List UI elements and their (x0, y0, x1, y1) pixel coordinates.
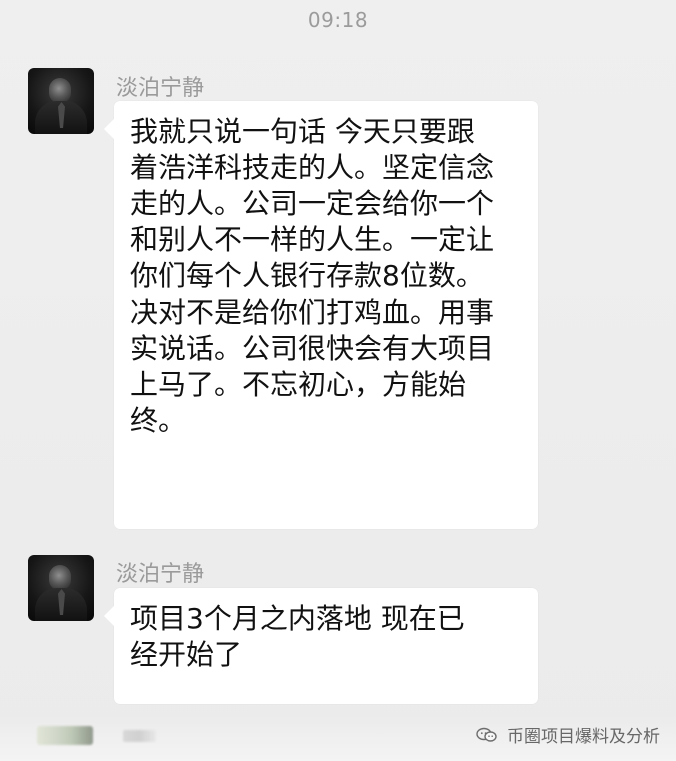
blurred-preview-a (37, 726, 93, 745)
message-bubble-1[interactable]: 我就只说一句话 今天只要跟 着浩洋科技走的人。坚定信念 走的人。公司一定会给你一… (104, 101, 538, 529)
sender-avatar-1[interactable] (28, 68, 94, 134)
avatar-head (49, 78, 71, 103)
message-text-1: 我就只说一句话 今天只要跟 着浩洋科技走的人。坚定信念 走的人。公司一定会给你一… (130, 115, 495, 437)
message-text-2: 项目3个月之内落地 现在已 经开始了 (130, 602, 465, 672)
watermark: 币圈项目爆料及分析 (475, 722, 660, 747)
chat-timestamp: 09:18 (307, 8, 369, 32)
wechat-bubbles-icon (476, 727, 497, 742)
message-bubble-2[interactable]: 项目3个月之内落地 现在已 经开始了 (104, 588, 538, 704)
watermark-text: 币圈项目爆料及分析 (507, 727, 660, 747)
chat-screen: 09:18 淡泊宁静 我就只说一句话 今天只要跟 着浩洋科技走的人。坚定信念 走… (0, 0, 676, 761)
sender-name-2: 淡泊宁静 (116, 562, 205, 587)
blurred-preview-b (123, 730, 156, 742)
sender-name-1: 淡泊宁静 (116, 76, 205, 101)
avatar-head (49, 565, 71, 590)
sender-avatar-2[interactable] (28, 555, 94, 621)
